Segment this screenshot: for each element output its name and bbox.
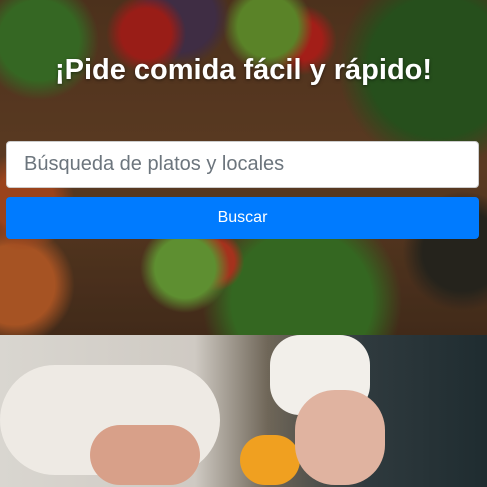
hero-banner: ¡Pide comida fácil y rápido! Buscar bbox=[0, 0, 487, 335]
chef-hand-right bbox=[295, 390, 385, 485]
page-title: ¡Pide comida fácil y rápido! bbox=[54, 54, 433, 86]
search-input[interactable] bbox=[6, 141, 479, 188]
chef-cooking-image bbox=[0, 335, 487, 487]
chef-hand-left bbox=[90, 425, 200, 485]
search-button[interactable]: Buscar bbox=[6, 197, 479, 239]
pepper bbox=[240, 435, 300, 485]
